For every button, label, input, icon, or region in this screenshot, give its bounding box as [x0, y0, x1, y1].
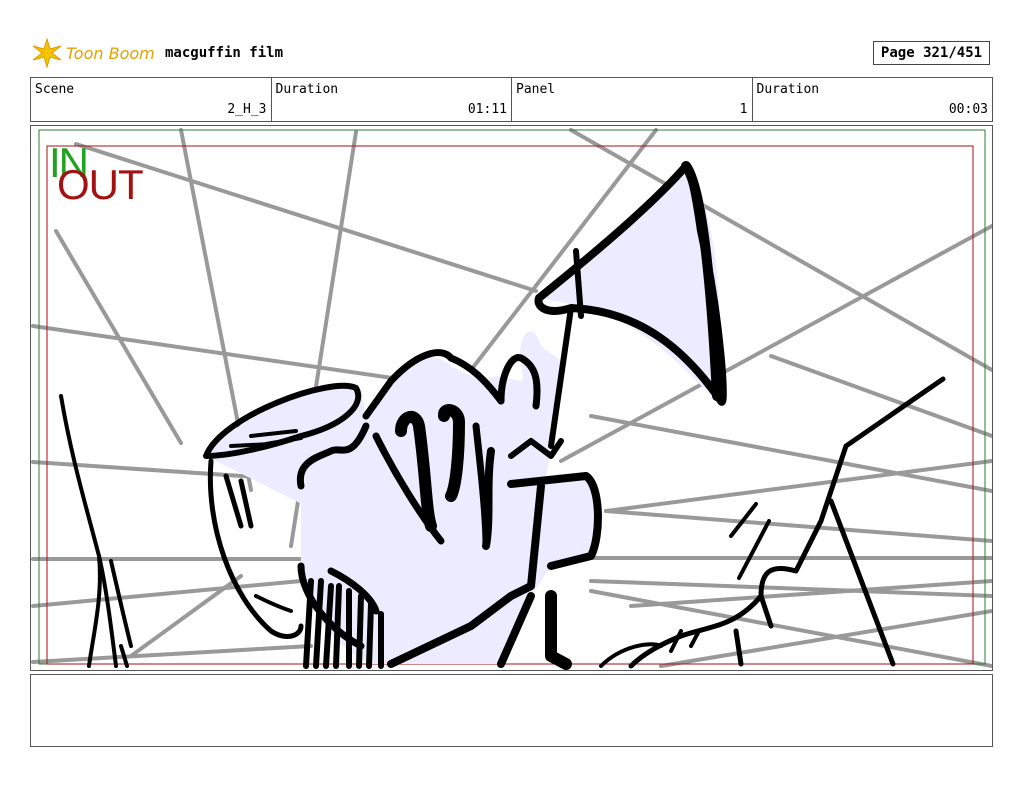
- toon-boom-logo: Toon Boom: [32, 36, 160, 70]
- scene-cell: Scene 2_H_3: [31, 78, 272, 121]
- scene-duration-cell: Duration 01:11: [272, 78, 512, 121]
- storyboard-panel: IN OUT: [30, 125, 993, 671]
- panel-duration-value: 00:03: [948, 102, 988, 117]
- out-marker: OUT: [57, 161, 144, 208]
- panel-duration-label: Duration: [756, 82, 820, 97]
- project-title: macguffin film: [165, 45, 284, 61]
- panel-duration-cell: Duration 00:03: [753, 78, 993, 121]
- scene-duration-value: 01:11: [467, 102, 507, 117]
- scene-duration-label: Duration: [275, 82, 339, 97]
- panel-cell: Panel 1: [512, 78, 753, 121]
- logo-text: Toon Boom: [66, 43, 155, 63]
- panel-drawing: [31, 128, 992, 670]
- panel-value: 1: [739, 102, 748, 117]
- page-indicator: Page 321/451: [873, 41, 990, 65]
- scene-value: 2_H_3: [227, 102, 267, 117]
- scene-info-table: Scene 2_H_3 Duration 01:11 Panel 1 Durat…: [30, 77, 993, 122]
- panel-label: Panel: [516, 82, 556, 97]
- scene-label: Scene: [35, 82, 75, 97]
- star-burst-icon: [32, 38, 62, 68]
- panel-notes-box[interactable]: [30, 674, 993, 747]
